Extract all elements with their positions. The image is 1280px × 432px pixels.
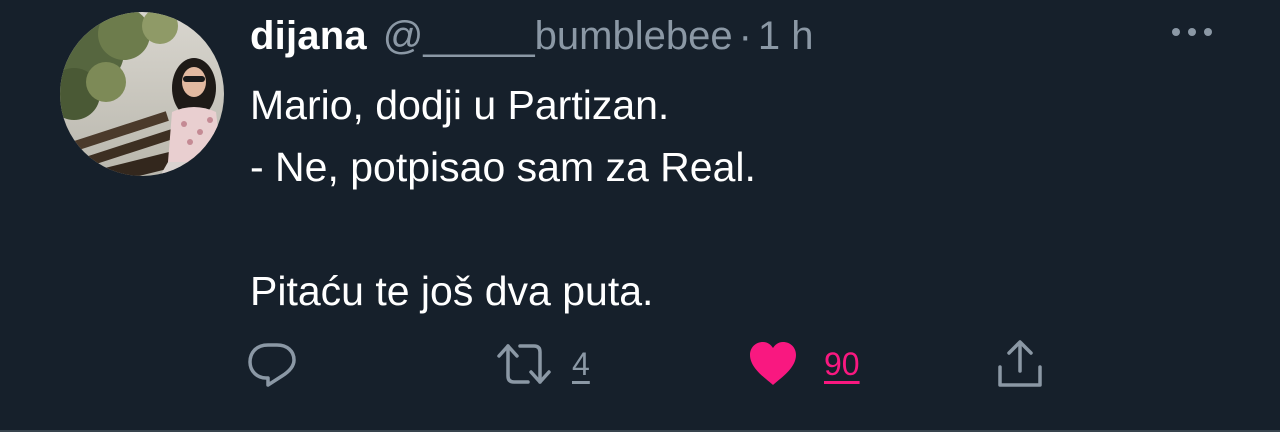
more-options-button[interactable] <box>1168 20 1216 44</box>
tweet-text-line: - Ne, potpisao sam za Real. <box>250 144 756 190</box>
retweet-icon <box>497 344 551 384</box>
like-count[interactable]: 90 <box>824 346 860 383</box>
retweet-button[interactable]: 4 <box>496 338 590 390</box>
tweet-card[interactable]: dijana @_____bumblebee · 1 h Mario, dodj… <box>0 0 1280 432</box>
share-icon <box>998 340 1042 387</box>
tweet-text-line: Pitaću te još dva puta. <box>250 268 654 314</box>
timestamp[interactable]: 1 h <box>758 14 814 59</box>
tweet-header: dijana @_____bumblebee · 1 h <box>250 14 814 58</box>
avatar-photo <box>60 12 224 176</box>
tweet-actions: 4 90 <box>246 338 1066 390</box>
tweet-text-line <box>250 198 756 260</box>
tweet-text-line: Mario, dodji u Partizan. <box>250 82 670 128</box>
like-button[interactable]: 90 <box>748 338 860 390</box>
separator-dot: · <box>738 14 752 58</box>
more-dots-icon <box>1172 28 1212 36</box>
display-name[interactable]: dijana <box>250 14 367 59</box>
reply-bubble-icon <box>248 343 296 387</box>
retweet-count[interactable]: 4 <box>572 346 590 383</box>
heart-icon <box>750 342 796 385</box>
share-button[interactable] <box>996 338 1044 390</box>
tweet-text: Mario, dodji u Partizan. - Ne, potpisao … <box>250 74 756 322</box>
avatar[interactable] <box>60 12 224 176</box>
reply-button[interactable] <box>246 338 322 390</box>
user-handle[interactable]: @_____bumblebee <box>383 14 733 59</box>
